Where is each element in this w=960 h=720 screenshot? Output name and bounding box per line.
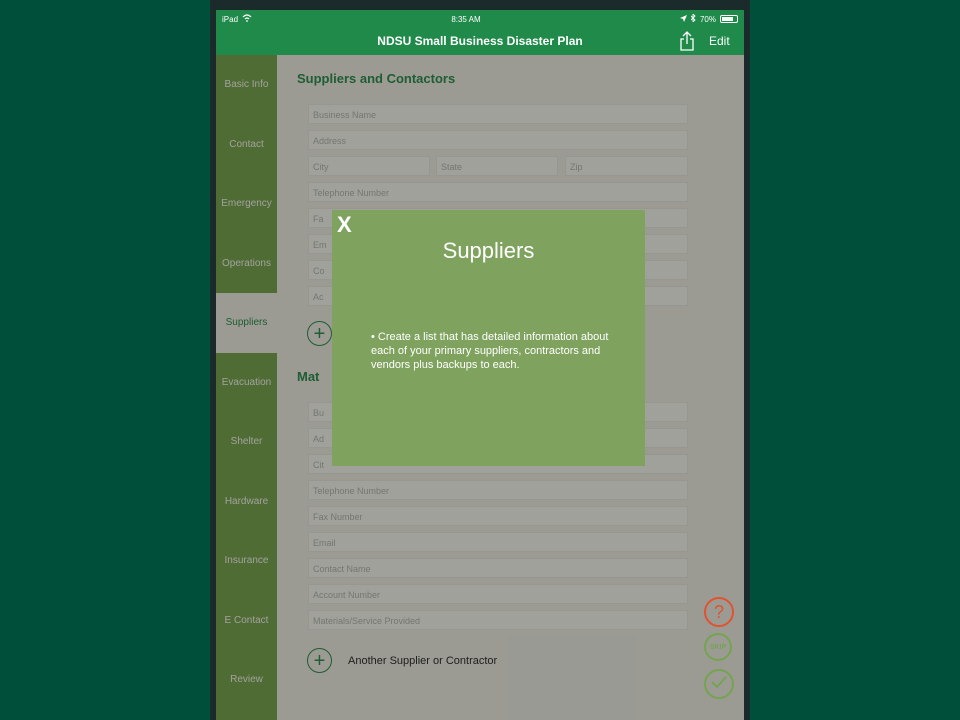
status-bar: iPad 8:35 AM 70% [216,10,744,28]
done-button[interactable] [704,669,734,699]
location-icon [679,14,687,24]
battery-icon [719,15,738,23]
skip-button[interactable]: SKIP [704,633,732,661]
app-screen: iPad 8:35 AM 70% NDSU Small Business Dis… [216,10,744,720]
help-modal: X Suppliers • Create a list that has det… [332,210,645,466]
wifi-icon [242,14,252,24]
edit-button[interactable]: Edit [709,34,730,48]
modal-body: • Create a list that has detailed inform… [371,331,609,371]
battery-percent: 70% [699,14,716,24]
device-label: iPad [222,14,239,24]
modal-title: Suppliers [442,238,535,263]
nav-bar: NDSU Small Business Disaster Plan Edit [216,28,744,55]
checkmark-icon [711,675,727,693]
share-icon[interactable] [678,31,696,51]
app-title: NDSU Small Business Disaster Plan [377,34,583,48]
bluetooth-icon [690,12,696,24]
close-button[interactable]: X [337,212,352,238]
help-button[interactable]: ? [704,597,734,627]
ipad-frame: iPad 8:35 AM 70% NDSU Small Business Dis… [210,0,750,720]
clock: 8:35 AM [451,14,481,24]
